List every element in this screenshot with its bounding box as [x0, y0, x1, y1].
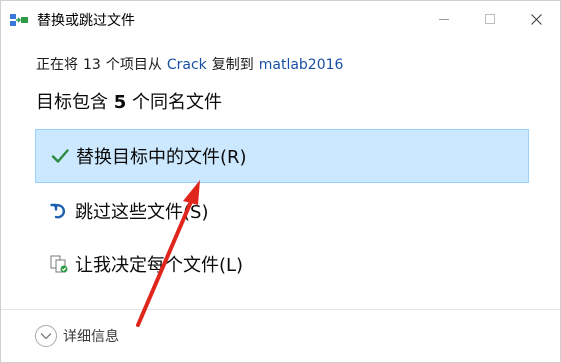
status-action: 复制到	[211, 57, 254, 73]
window-title: 替换或跳过文件	[37, 13, 135, 29]
chevron-down-icon	[35, 325, 57, 347]
conflict-count: 5	[113, 92, 127, 113]
replace-or-skip-dialog: 替换或跳过文件 正在将 13 个项目从 Crack 复制到 matlab2016 目标包含…	[0, 0, 561, 363]
more-details-label: 详细信息	[63, 329, 119, 345]
replace-files-option[interactable]: 替换目标中的文件(R)	[35, 129, 529, 183]
maximize-button[interactable]	[467, 1, 513, 37]
skip-files-label: 跳过这些文件(S)	[75, 202, 209, 223]
status-middle: 个项目从	[105, 57, 162, 73]
close-button[interactable]	[513, 1, 559, 37]
checkmark-icon	[48, 144, 72, 168]
footer-divider	[1, 309, 560, 310]
heading-suffix: 个同名文件	[132, 92, 222, 113]
close-icon	[530, 13, 542, 25]
minimize-icon	[439, 18, 449, 20]
source-folder-link[interactable]: Crack	[167, 57, 207, 73]
destination-folder-link[interactable]: matlab2016	[259, 57, 344, 73]
decide-each-file-label: 让我决定每个文件(L)	[75, 255, 244, 276]
more-details-toggle[interactable]: 详细信息	[35, 323, 119, 349]
decide-each-file-option[interactable]: 让我决定每个文件(L)	[35, 237, 529, 291]
skip-files-option[interactable]: 跳过这些文件(S)	[35, 184, 529, 238]
maximize-icon	[485, 14, 495, 24]
title-bar[interactable]: 替换或跳过文件	[1, 1, 560, 37]
status-count: 13	[83, 57, 101, 73]
heading-prefix: 目标包含	[36, 92, 108, 113]
minimize-button[interactable]	[421, 1, 467, 37]
replace-files-label: 替换目标中的文件(R)	[76, 147, 247, 168]
compare-files-icon	[47, 252, 71, 276]
move-files-icon	[10, 12, 28, 26]
conflict-heading: 目标包含 5 个同名文件	[36, 88, 222, 114]
status-prefix: 正在将	[36, 57, 78, 73]
copy-status: 正在将 13 个项目从 Crack 复制到 matlab2016	[36, 54, 343, 74]
skip-icon	[47, 199, 71, 223]
